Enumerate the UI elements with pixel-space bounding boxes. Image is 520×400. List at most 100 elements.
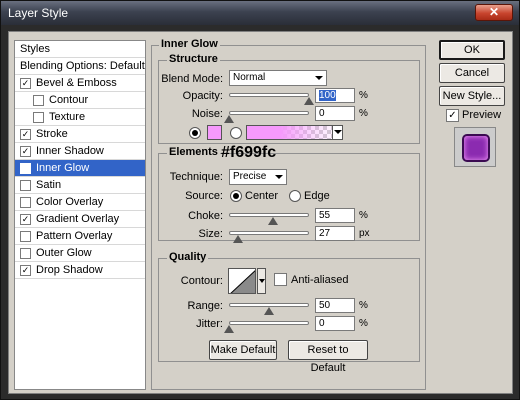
style-item-stroke[interactable]: ✓ Stroke xyxy=(15,126,145,143)
style-item-label: Bevel & Emboss xyxy=(36,77,117,89)
style-item-inner-glow[interactable]: ✓ Inner Glow xyxy=(15,160,145,177)
inner-glow-title: Inner Glow xyxy=(159,38,220,50)
anti-aliased-checkbox[interactable] xyxy=(274,273,287,286)
style-item-checkbox[interactable]: ✓ xyxy=(20,129,31,140)
glow-color-swatch[interactable] xyxy=(207,125,222,140)
style-item-label: Inner Shadow xyxy=(36,145,104,157)
solid-color-radio[interactable] xyxy=(189,127,201,139)
jitter-value: 0 xyxy=(319,318,325,329)
jitter-slider-track[interactable] xyxy=(229,321,309,325)
chevron-down-icon xyxy=(259,279,265,283)
style-item-drop-shadow[interactable]: ✓ Drop Shadow xyxy=(15,262,145,279)
opacity-label: Opacity: xyxy=(182,90,223,102)
style-item-checkbox[interactable] xyxy=(20,197,31,208)
technique-value: Precise xyxy=(233,171,267,182)
style-item-texture[interactable]: Texture xyxy=(15,109,145,126)
style-item-outer-glow[interactable]: Outer Glow xyxy=(15,245,145,262)
noise-unit: % xyxy=(359,108,368,119)
style-item-checkbox[interactable]: ✓ xyxy=(20,78,31,89)
style-item-checkbox[interactable]: ✓ xyxy=(20,214,31,225)
style-item-gradient-overlay[interactable]: ✓ Gradient Overlay xyxy=(15,211,145,228)
style-item-color-overlay[interactable]: Color Overlay xyxy=(15,194,145,211)
styles-header-label: Styles xyxy=(20,43,50,55)
style-item-pattern-overlay[interactable]: Pattern Overlay xyxy=(15,228,145,245)
style-item-contour[interactable]: Contour xyxy=(15,92,145,109)
style-item-inner-shadow[interactable]: ✓ Inner Shadow xyxy=(15,143,145,160)
jitter-slider-thumb[interactable] xyxy=(224,325,234,333)
style-item-bevel-emboss[interactable]: ✓ Bevel & Emboss xyxy=(15,75,145,92)
blending-options-item[interactable]: Blending Options: Default xyxy=(15,58,145,75)
preview-thumbnail xyxy=(454,127,496,167)
chevron-down-icon xyxy=(315,76,323,80)
elements-title: Elements xyxy=(167,146,220,158)
style-item-checkbox[interactable] xyxy=(20,231,31,242)
choke-unit: % xyxy=(359,210,368,221)
preview-checkbox[interactable]: ✓ xyxy=(446,109,459,122)
anti-aliased-label[interactable]: Anti-aliased xyxy=(291,274,348,286)
technique-dropdown[interactable]: Precise xyxy=(229,169,287,185)
choke-value: 55 xyxy=(319,210,331,221)
title-bar[interactable]: Layer Style ✕ xyxy=(1,1,519,25)
chevron-down-icon xyxy=(334,130,342,134)
source-label: Source: xyxy=(185,190,223,202)
size-input[interactable]: 27 xyxy=(315,226,355,241)
cancel-button[interactable]: Cancel xyxy=(439,63,505,83)
range-input[interactable]: 50 xyxy=(315,298,355,313)
styles-header[interactable]: Styles xyxy=(15,41,145,58)
opacity-input[interactable]: 100 xyxy=(315,88,355,103)
noise-input[interactable]: 0 xyxy=(315,106,355,121)
preview-swatch xyxy=(464,136,488,160)
noise-slider-track[interactable] xyxy=(229,111,309,115)
reset-to-default-button[interactable]: Reset to Default xyxy=(288,340,368,374)
choke-slider-thumb[interactable] xyxy=(268,217,278,225)
style-item-checkbox[interactable]: ✓ xyxy=(20,146,31,157)
style-item-label: Texture xyxy=(49,111,86,123)
range-value: 50 xyxy=(319,300,331,311)
style-item-checkbox[interactable] xyxy=(20,248,31,259)
jitter-input[interactable]: 0 xyxy=(315,316,355,331)
gradient-radio[interactable] xyxy=(230,127,242,139)
make-default-button[interactable]: Make Default xyxy=(209,340,277,360)
style-item-checkbox[interactable]: ✓ xyxy=(20,265,31,276)
close-button[interactable]: ✕ xyxy=(475,4,513,21)
style-item-checkbox[interactable]: ✓ xyxy=(20,163,31,174)
structure-title: Structure xyxy=(167,53,220,65)
preview-label[interactable]: Preview xyxy=(462,109,501,121)
blend-mode-label: Blend Mode: xyxy=(161,73,223,85)
choke-input[interactable]: 55 xyxy=(315,208,355,223)
opacity-slider-track[interactable] xyxy=(229,93,309,97)
noise-slider-thumb[interactable] xyxy=(224,115,234,123)
style-item-label: Satin xyxy=(36,179,62,191)
style-item-label: Drop Shadow xyxy=(36,264,103,276)
style-item-label: Stroke xyxy=(36,128,68,140)
size-slider-thumb[interactable] xyxy=(232,235,243,243)
range-unit: % xyxy=(359,300,368,311)
contour-dropdown-button[interactable] xyxy=(257,268,266,294)
layer-style-dialog: Layer Style ✕ Styles Blending Options: D… xyxy=(0,0,520,400)
new-style-button[interactable]: New Style... xyxy=(439,86,505,106)
contour-label: Contour: xyxy=(180,275,223,287)
style-item-satin[interactable]: Satin xyxy=(15,177,145,194)
source-edge-radio[interactable] xyxy=(289,190,301,202)
contour-picker[interactable] xyxy=(228,268,256,294)
ok-button[interactable]: OK xyxy=(439,40,505,60)
jitter-label: Jitter: xyxy=(196,318,223,330)
check-icon: ✓ xyxy=(448,110,457,121)
jitter-unit: % xyxy=(359,318,368,329)
source-edge-label[interactable]: Edge xyxy=(304,190,330,202)
blend-mode-value: Normal xyxy=(233,72,266,83)
size-unit: px xyxy=(359,228,370,239)
noise-label: Noise: xyxy=(191,108,223,120)
opacity-slider-thumb[interactable] xyxy=(304,97,314,105)
source-center-label[interactable]: Center xyxy=(245,190,278,202)
gradient-dropdown-button[interactable] xyxy=(332,126,342,139)
range-slider-thumb[interactable] xyxy=(264,307,274,315)
style-item-checkbox[interactable] xyxy=(20,180,31,191)
style-item-label: Inner Glow xyxy=(36,162,90,174)
choke-label: Choke: xyxy=(188,210,223,222)
style-item-checkbox[interactable] xyxy=(33,112,44,123)
gradient-preview[interactable] xyxy=(246,125,343,140)
blend-mode-dropdown[interactable]: Normal xyxy=(229,70,327,86)
style-item-checkbox[interactable] xyxy=(33,95,44,106)
source-center-radio[interactable] xyxy=(230,190,242,202)
